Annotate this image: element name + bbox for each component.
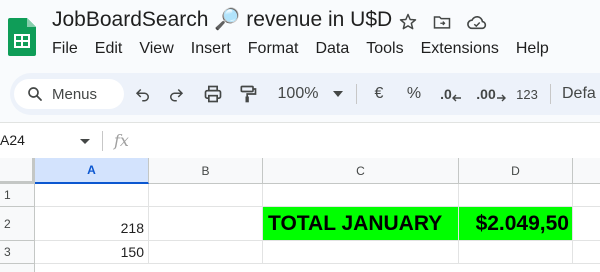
menu-data[interactable]: Data — [315, 40, 349, 58]
column-header-next[interactable] — [573, 158, 600, 184]
menu-bar: File Edit View Insert Format Data Tools … — [52, 40, 566, 58]
undo-icon[interactable] — [132, 73, 154, 115]
font-select[interactable]: Defa — [562, 73, 600, 115]
zoom-select[interactable]: 100% — [276, 73, 320, 115]
row-header-2[interactable]: 2 — [0, 207, 35, 241]
title-bar: JobBoardSearch 🔎 revenue in U$D File Edi… — [0, 0, 600, 68]
menu-insert[interactable]: Insert — [191, 40, 231, 58]
name-box-dropdown-icon[interactable] — [80, 139, 90, 144]
star-icon[interactable] — [398, 12, 418, 32]
search-menus-label: Menus — [52, 85, 98, 103]
column-header-b[interactable]: B — [149, 158, 263, 184]
formula-input[interactable] — [140, 131, 590, 151]
format-percent-button[interactable]: % — [404, 73, 424, 115]
cell-d1[interactable] — [459, 184, 573, 207]
spreadsheet-grid: A B C D 1 2 218 TOTAL JANUARY $2.049,50 … — [0, 158, 600, 272]
increase-decimals-button[interactable]: .00 — [476, 73, 506, 115]
cell-a2[interactable]: 218 — [35, 207, 149, 241]
cell-c1[interactable] — [263, 184, 459, 207]
column-header-c[interactable]: C — [263, 158, 459, 184]
fx-icon: fx — [114, 131, 129, 150]
print-icon[interactable] — [202, 73, 224, 115]
formula-divider — [102, 131, 103, 151]
cell-a3[interactable]: 150 — [35, 241, 149, 264]
column-header-d[interactable]: D — [459, 158, 573, 184]
move-to-folder-icon[interactable] — [432, 12, 452, 32]
sheets-logo-icon[interactable] — [8, 18, 36, 56]
menu-help[interactable]: Help — [516, 40, 549, 58]
cell-c2-total-label[interactable]: TOTAL JANUARY — [263, 207, 459, 241]
cell-b2[interactable] — [149, 207, 263, 241]
arrow-right-icon — [496, 94, 506, 102]
increase-decimals-label: .00 — [476, 86, 496, 102]
cell-e1[interactable] — [573, 184, 600, 207]
more-formats-button[interactable]: 123 — [512, 73, 542, 115]
menu-file[interactable]: File — [52, 40, 78, 58]
cell-c3[interactable] — [263, 241, 459, 264]
toolbar-divider — [356, 84, 357, 104]
search-menus-button[interactable]: Menus — [14, 79, 124, 109]
column-header-a[interactable]: A — [35, 158, 149, 184]
toolbar-divider — [550, 84, 551, 104]
cloud-saved-icon[interactable] — [466, 12, 488, 32]
select-all-corner[interactable] — [0, 158, 35, 184]
menu-format[interactable]: Format — [248, 40, 299, 58]
row-header-4[interactable] — [0, 264, 35, 272]
menu-extensions[interactable]: Extensions — [421, 40, 499, 58]
menu-edit[interactable]: Edit — [95, 40, 123, 58]
row-header-1[interactable]: 1 — [0, 184, 35, 207]
cell-e2[interactable] — [573, 207, 600, 241]
search-icon — [26, 85, 44, 103]
zoom-value: 100% — [277, 85, 319, 102]
toolbar: Menus 100% € % .0 .00 123 Defa — [10, 73, 600, 115]
decrease-decimals-label: .0 — [440, 86, 452, 102]
document-title[interactable]: JobBoardSearch 🔎 revenue in U$D — [52, 8, 392, 32]
format-currency-button[interactable]: € — [369, 73, 389, 115]
cell-b1[interactable] — [149, 184, 263, 207]
menu-view[interactable]: View — [139, 40, 173, 58]
arrow-left-icon — [451, 94, 461, 102]
cell-d2-total-value[interactable]: $2.049,50 — [459, 207, 573, 241]
cell-b3[interactable] — [149, 241, 263, 264]
menu-tools[interactable]: Tools — [366, 40, 403, 58]
cell-d3[interactable] — [459, 241, 573, 264]
paint-format-icon[interactable] — [237, 73, 259, 115]
zoom-dropdown-icon[interactable] — [330, 73, 346, 115]
cell-a1[interactable] — [35, 184, 149, 207]
formula-bar: A24 fx — [0, 122, 600, 158]
row-header-3[interactable]: 3 — [0, 241, 35, 264]
redo-icon[interactable] — [165, 73, 187, 115]
name-box[interactable]: A24 — [0, 132, 25, 148]
cell-e3[interactable] — [573, 241, 600, 264]
decrease-decimals-button[interactable]: .0 — [438, 73, 464, 115]
